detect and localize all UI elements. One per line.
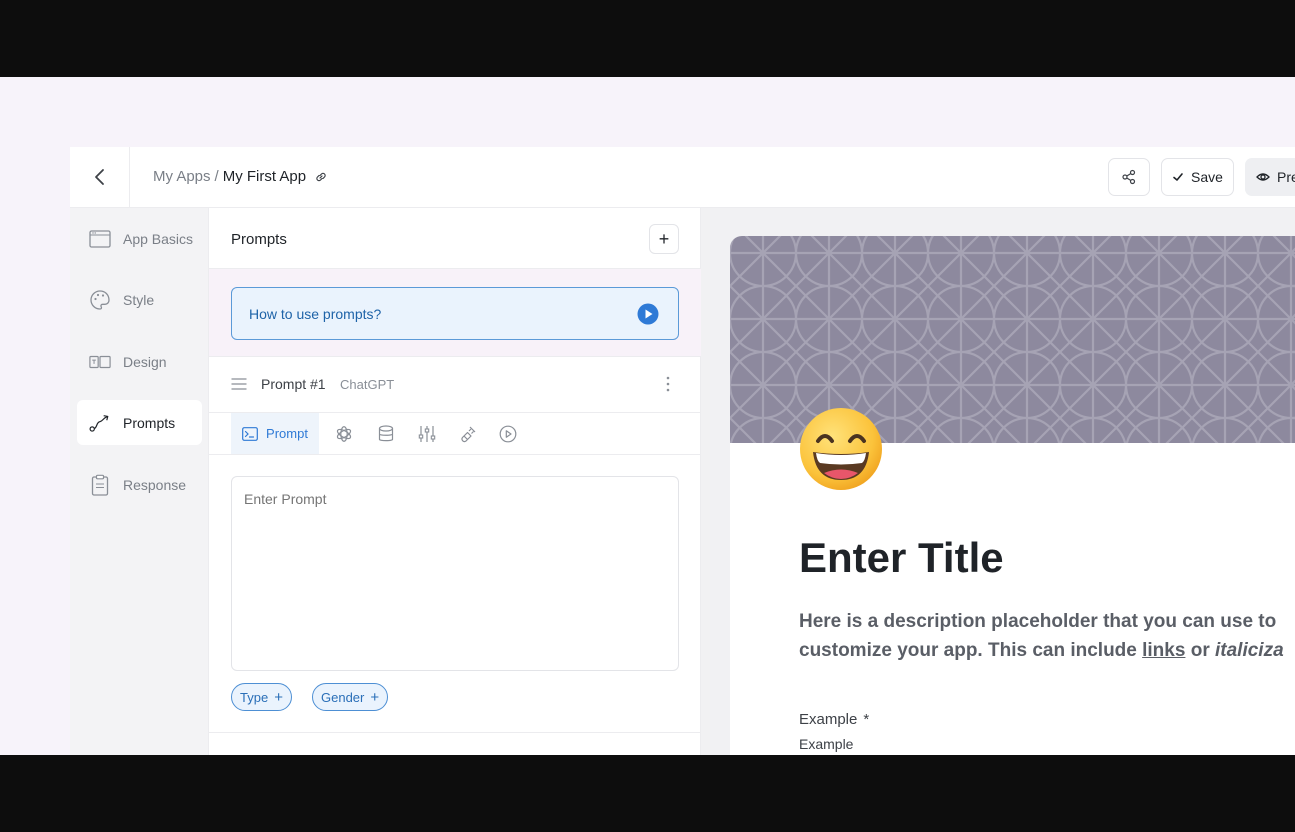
openai-icon <box>336 425 352 442</box>
breadcrumb-separator: / <box>214 168 219 185</box>
clipboard-icon <box>89 474 111 496</box>
play-icon <box>637 303 659 325</box>
help-text: How to use prompts? <box>249 305 382 322</box>
more-vertical-icon[interactable] <box>665 374 671 394</box>
variable-chip-gender[interactable]: Gender + <box>312 683 389 711</box>
sidebar-item-label: Style <box>123 291 155 308</box>
field-label-text: Example <box>799 711 858 728</box>
letterbox-top <box>0 0 1295 77</box>
sliders-icon <box>418 425 436 442</box>
check-icon <box>1173 173 1183 181</box>
plus-icon: + <box>274 688 283 706</box>
description-text: or <box>1185 640 1215 661</box>
help-section: How to use prompts? <box>209 269 701 357</box>
terminal-icon <box>242 426 258 441</box>
sidebar-item-response[interactable]: Response <box>77 462 202 507</box>
grinning-face-icon <box>800 408 882 490</box>
app-window: My Apps / My First App Save Pre App Basi… <box>70 147 1295 755</box>
share-button[interactable] <box>1108 158 1150 196</box>
sidebar-item-app-basics[interactable]: App Basics <box>77 216 202 261</box>
eye-icon <box>1256 173 1270 181</box>
panel-divider <box>209 732 701 733</box>
sidebar-item-design[interactable]: Design <box>77 339 202 384</box>
app-title: Enter Title <box>799 534 1004 581</box>
panel-title: Prompts <box>231 231 287 248</box>
sidebar: App Basics Style Design Prompts Response <box>70 208 209 755</box>
prompt-input[interactable] <box>231 476 679 671</box>
preview-card: Enter Title Here is a description placeh… <box>730 236 1295 755</box>
prompt-name: Prompt #1 <box>261 376 326 392</box>
palette-icon <box>89 289 111 311</box>
preview-label: Pre <box>1277 169 1295 185</box>
sidebar-item-label: App Basics <box>123 230 194 247</box>
back-button[interactable] <box>70 147 130 207</box>
tab-data[interactable] <box>373 413 399 454</box>
tab-prompt[interactable]: Prompt <box>231 413 319 454</box>
breadcrumb-parent[interactable]: My Apps <box>153 168 211 185</box>
tab-label: Prompt <box>266 426 308 441</box>
example-field-label: Example * <box>799 711 869 728</box>
tab-plugins[interactable] <box>455 413 481 454</box>
description-line: Here is a description placeholder that y… <box>799 611 1277 632</box>
play-circle-icon <box>499 425 517 442</box>
add-prompt-button[interactable]: + <box>649 224 679 254</box>
letterbox-bottom <box>0 755 1295 832</box>
database-icon <box>378 424 394 441</box>
breadcrumb-current: My First App <box>222 168 307 185</box>
drag-handle-icon[interactable] <box>231 377 247 391</box>
description-italic: italiciza <box>1215 640 1284 661</box>
sidebar-item-label: Prompts <box>123 414 176 431</box>
tab-settings[interactable] <box>414 413 440 454</box>
layout-icon <box>89 351 111 373</box>
chip-label: Type <box>240 689 269 705</box>
plus-icon: + <box>370 688 380 706</box>
how-to-use-prompts-button[interactable]: How to use prompts? <box>231 287 679 340</box>
required-marker: * <box>863 711 870 728</box>
example-field-hint: Example <box>799 736 854 752</box>
link-icon[interactable] <box>314 170 328 184</box>
chip-label: Gender <box>321 689 365 705</box>
stage: My Apps / My First App Save Pre App Basi… <box>0 77 1295 755</box>
preview-area: Enter Title Here is a description placeh… <box>701 208 1295 755</box>
breadcrumb: My Apps / My First App <box>153 168 328 185</box>
description-text: customize your app. This can include <box>799 640 1143 661</box>
app-description: Here is a description placeholder that y… <box>799 607 1284 665</box>
flow-path-icon <box>89 412 111 434</box>
prompt-model: ChatGPT <box>340 377 395 392</box>
plug-icon <box>461 426 476 442</box>
save-button[interactable]: Save <box>1161 158 1234 196</box>
top-bar: My Apps / My First App Save Pre <box>70 147 1295 208</box>
tab-model[interactable] <box>331 413 357 454</box>
save-label: Save <box>1191 169 1223 185</box>
prompts-panel: Prompts + How to use prompts? Prompt #1 … <box>209 208 701 755</box>
sidebar-item-style[interactable]: Style <box>77 277 202 322</box>
description-line: customize your app. This can include lin… <box>799 636 1284 665</box>
sidebar-item-prompts[interactable]: Prompts <box>77 400 202 445</box>
sidebar-item-label: Response <box>123 476 187 493</box>
chevron-left-icon <box>94 169 104 185</box>
share-icon <box>1122 169 1136 185</box>
tab-run[interactable] <box>495 413 521 454</box>
prompt-tabs: Prompt <box>209 413 701 455</box>
variable-chip-type[interactable]: Type + <box>231 683 292 711</box>
prompt-row[interactable]: Prompt #1 ChatGPT <box>209 357 701 413</box>
panel-header: Prompts + <box>209 208 701 269</box>
browser-window-icon <box>89 228 111 250</box>
preview-button[interactable]: Pre <box>1245 158 1295 196</box>
sidebar-item-label: Design <box>123 353 167 370</box>
description-link[interactable]: links <box>1142 640 1185 661</box>
